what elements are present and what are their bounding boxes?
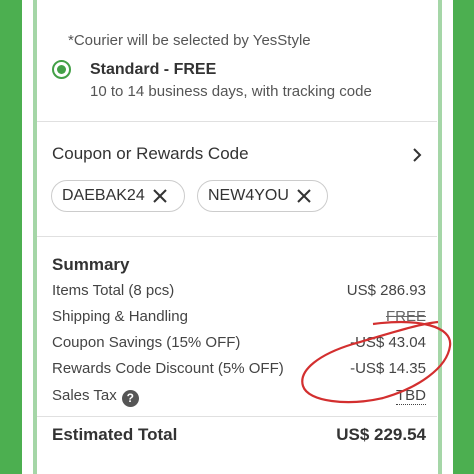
sales-tax-label: Sales Tax: [52, 387, 117, 404]
question-circle-icon[interactable]: ?: [121, 390, 139, 407]
divider: [37, 236, 437, 237]
summary-row-label: Shipping & Handling: [52, 308, 188, 325]
total-label: Estimated Total: [52, 425, 178, 444]
close-icon[interactable]: [153, 189, 167, 203]
total-row: Estimated Total US$ 229.54: [52, 425, 426, 445]
summary-row-value: FREE: [385, 308, 426, 325]
radio-selected-icon[interactable]: [52, 60, 71, 79]
courier-note: *Courier will be selected by YesStyle: [68, 32, 311, 49]
coupon-chip: DAEBAK24: [51, 180, 185, 212]
summary-row: Shipping & Handling FREE: [52, 308, 426, 328]
coupon-chip-code: DAEBAK24: [62, 187, 145, 204]
coupon-section-heading[interactable]: Coupon or Rewards Code: [52, 144, 249, 164]
coupon-chip-code: NEW4YOU: [208, 187, 289, 204]
shipping-option-description: 10 to 14 business days, with tracking co…: [90, 83, 372, 100]
summary-row-value: -US$ 14.35: [350, 360, 426, 377]
divider: [37, 416, 437, 417]
coupon-chip: NEW4YOU: [197, 180, 328, 212]
summary-row: Rewards Code Discount (5% OFF) -US$ 14.3…: [52, 360, 426, 380]
summary-title: Summary: [52, 255, 130, 274]
summary-row-label: Sales Tax?: [52, 387, 139, 407]
summary-row-value: TBD: [396, 387, 426, 405]
summary-row: Coupon Savings (15% OFF) -US$ 43.04: [52, 334, 426, 354]
close-icon[interactable]: [297, 189, 311, 203]
chevron-right-icon[interactable]: [407, 145, 427, 165]
summary-row: Sales Tax? TBD: [52, 387, 426, 407]
shipping-option-title[interactable]: Standard - FREE: [90, 61, 216, 79]
summary-row-value: -US$ 43.04: [350, 334, 426, 351]
summary-row-value: US$ 286.93: [346, 282, 426, 299]
divider: [37, 121, 437, 122]
summary-row: Items Total (8 pcs) US$ 286.93: [52, 282, 426, 302]
total-value: US$ 229.54: [336, 425, 426, 444]
summary-row-label: Items Total (8 pcs): [52, 282, 175, 299]
summary-row-label: Rewards Code Discount (5% OFF): [52, 360, 284, 377]
summary-row-label: Coupon Savings (15% OFF): [52, 334, 241, 351]
